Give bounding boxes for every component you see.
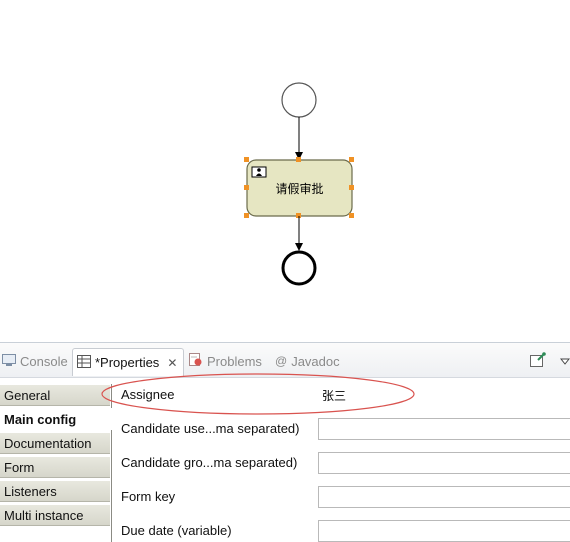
console-icon	[2, 353, 16, 369]
section-main-config[interactable]: Main config	[0, 408, 112, 430]
tab-label: Javadoc	[291, 353, 340, 369]
section-general[interactable]: General	[0, 384, 110, 406]
end-event[interactable]	[281, 250, 317, 286]
section-documentation[interactable]: Documentation	[0, 432, 110, 454]
due-date-input[interactable]	[318, 520, 570, 542]
section-list: General Main config Documentation Form L…	[0, 384, 112, 542]
view-tab-bar: Console *Properties ✕ Problems @ Javadoc	[0, 342, 570, 378]
diagram-svg	[244, 82, 354, 286]
tab-console[interactable]: Console	[2, 350, 68, 372]
section-listeners[interactable]: Listeners	[0, 480, 110, 502]
main-config-fields: Assignee 张三 Candidate use...ma separated…	[112, 384, 570, 542]
candidate-groups-input[interactable]	[318, 452, 570, 474]
tab-problems[interactable]: Problems	[189, 350, 262, 372]
properties-panel: Console *Properties ✕ Problems @ Javadoc	[0, 342, 570, 542]
due-date-label: Due date (variable)	[121, 523, 232, 538]
tab-label: Problems	[207, 353, 262, 369]
start-event[interactable]	[281, 82, 317, 118]
tab-properties[interactable]: *Properties ✕	[72, 348, 185, 376]
pin-editor-icon[interactable]	[530, 352, 546, 370]
user-task-type-icon	[251, 166, 267, 178]
section-multi-instance[interactable]: Multi instance	[0, 504, 110, 526]
properties-icon	[77, 354, 91, 371]
problems-icon	[189, 353, 203, 369]
javadoc-icon: @	[275, 354, 288, 368]
close-icon[interactable]: ✕	[167, 356, 177, 370]
candidate-users-label: Candidate use...ma separated)	[121, 421, 300, 436]
candidate-users-input[interactable]	[318, 418, 570, 440]
candidate-groups-label: Candidate gro...ma separated)	[121, 455, 298, 470]
assignee-label: Assignee	[121, 387, 175, 402]
tab-label: *Properties	[95, 355, 160, 370]
form-key-label: Form key	[121, 489, 176, 504]
diagram-canvas[interactable]: 请假审批	[0, 0, 570, 342]
tab-javadoc[interactable]: @ Javadoc	[275, 350, 340, 372]
view-menu-icon[interactable]	[559, 354, 570, 369]
view-toolbar	[530, 351, 570, 371]
tab-label: Console	[20, 353, 68, 369]
assignee-input[interactable]: 张三	[318, 385, 570, 405]
section-form[interactable]: Form	[0, 456, 110, 478]
form-key-input[interactable]	[318, 486, 570, 508]
